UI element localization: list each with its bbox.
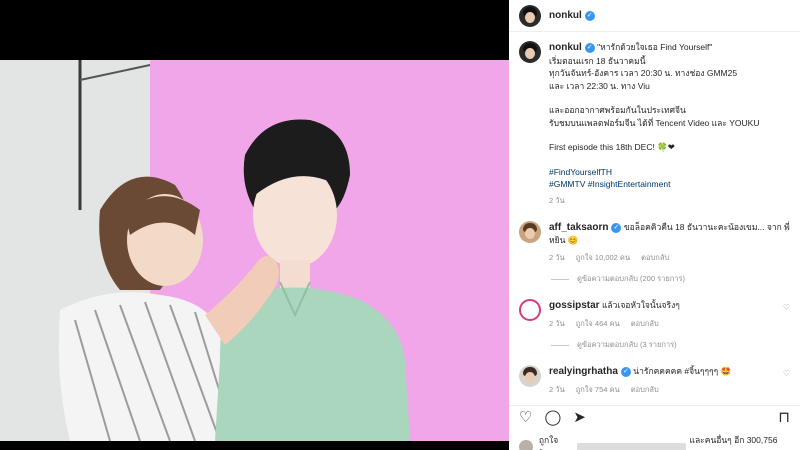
post-photo[interactable]	[0, 60, 509, 441]
bookmark-icon[interactable]: ⊓	[778, 410, 790, 425]
reply-button[interactable]: ตอบกลับ	[631, 385, 659, 394]
comment-username[interactable]: aff_taksaorn	[549, 222, 608, 233]
caption-username[interactable]: nonkul	[549, 42, 582, 53]
view-replies-label: ดูข้อความตอบกลับ (200 รายการ)	[577, 274, 686, 283]
verified-badge-icon: ✓	[611, 223, 622, 233]
hashtag-link[interactable]: #FindYourselfTH	[549, 166, 790, 179]
view-replies-button[interactable]: ดูข้อความตอบกลับ (200 รายการ)	[551, 273, 790, 285]
view-replies-button[interactable]: ดูข้อความตอบกลับ (3 รายการ)	[551, 339, 790, 351]
photo-illustration	[0, 60, 509, 441]
likes-prefix: ถูกใจโดย	[538, 435, 559, 450]
post-timestamp[interactable]: 2 วัน	[549, 196, 565, 205]
post-action-bar: ♡ ◯ ➤ ⊓	[509, 405, 800, 429]
caption-line: และ เวลา 22:30 น. ทาง Viu	[549, 80, 650, 91]
comment-username[interactable]: gossipstar	[549, 300, 600, 311]
caption-line: รับชมบนแพลตฟอร์มจีน ได้ที่ Tencent Video…	[549, 117, 760, 128]
verified-badge-icon: ✓	[620, 367, 631, 377]
comment-emoji: 🤩	[720, 366, 732, 376]
clover-heart-emoji: 🍀❤	[657, 142, 675, 152]
reply-button[interactable]: ตอบกลับ	[641, 253, 669, 262]
comment-item: gossipstar แล้วเจอหัวใจนั้นจริงๆ 2 วัน ถ…	[519, 299, 790, 330]
heart-icon[interactable]: ♡	[519, 410, 532, 425]
comment-text: แล้วเจอหัวใจนั้นจริงๆ	[601, 300, 680, 310]
hashtag-link[interactable]: #GMMTV	[549, 179, 585, 189]
comment-time[interactable]: 2 วัน	[549, 385, 565, 394]
post-photo-pane	[0, 0, 509, 450]
heart-icon[interactable]: ♡	[783, 225, 790, 234]
comment-text: น่ารักคคคคค #จิ้นๆๆๆๆ	[633, 366, 719, 376]
heart-icon[interactable]: ♡	[783, 303, 790, 312]
likes-count: และคนอื่นๆ อีก 300,756 คน	[689, 435, 778, 450]
comment-icon[interactable]: ◯	[544, 410, 561, 425]
comment-likes[interactable]: ถูกใจ 754 คน	[576, 385, 620, 394]
comment-username[interactable]: realyingrhatha	[549, 366, 618, 377]
reply-button[interactable]: ตอบกลับ	[631, 319, 659, 328]
verified-badge-icon: ✓	[584, 43, 595, 53]
caption-line: เริ่มตอนแรก 18 ธันวาคมนี้	[549, 55, 646, 66]
comment-item: realyingrhatha ✓ น่ารักคคคคค #จิ้นๆๆๆๆ 🤩 …	[519, 365, 790, 396]
post-detail-panel: nonkul ✓ nonkul ✓ "หารักด้วยใจเธอ Find Yo…	[509, 0, 800, 450]
heart-icon[interactable]: ♡	[783, 369, 790, 378]
share-icon[interactable]: ➤	[573, 410, 586, 425]
avatar[interactable]	[519, 4, 541, 27]
comment-time[interactable]: 2 วัน	[549, 253, 565, 262]
post-author-username[interactable]: nonkul	[549, 10, 582, 21]
post-caption: nonkul ✓ "หารักด้วยใจเธอ Find Yourself" เ…	[519, 41, 790, 207]
avatar[interactable]	[519, 41, 541, 63]
avatar[interactable]	[519, 365, 541, 387]
likes-summary[interactable]: ถูกใจโดย และคนอื่นๆ อีก 300,756 คน	[519, 433, 790, 450]
hashtag-link[interactable]: #InsightEntertainment	[588, 179, 671, 189]
comment-item: aff_taksaorn ✓ ขอล็อคคิวคืน 18 ธันวานะคะน…	[519, 221, 790, 264]
verified-badge-icon: ✓	[584, 10, 595, 21]
caption-title: "หารักด้วยใจเธอ Find Yourself"	[597, 42, 713, 52]
comments-scroll-area[interactable]: nonkul ✓ "หารักด้วยใจเธอ Find Yourself" เ…	[509, 33, 800, 403]
comment-likes[interactable]: ถูกใจ 464 คน	[576, 319, 620, 328]
caption-line: ทุกวันจันทร์-อังคาร เวลา 20:30 น. ทางช่อ…	[549, 68, 738, 78]
avatar[interactable]	[519, 440, 533, 450]
caption-line: First episode this 18th DEC!	[549, 142, 655, 152]
comment-time[interactable]: 2 วัน	[549, 319, 565, 328]
comment-likes[interactable]: ถูกใจ 10,002 คน	[576, 253, 630, 262]
avatar[interactable]	[519, 221, 541, 243]
avatar[interactable]	[519, 299, 541, 321]
view-replies-label: ดูข้อความตอบกลับ (3 รายการ)	[577, 340, 677, 349]
caption-line: และออกอากาศพร้อมกันในประเทศจีน	[549, 105, 686, 115]
post-header: nonkul ✓	[509, 0, 800, 32]
blurred-username	[576, 442, 686, 450]
comment-emoji: 😊	[567, 235, 579, 245]
